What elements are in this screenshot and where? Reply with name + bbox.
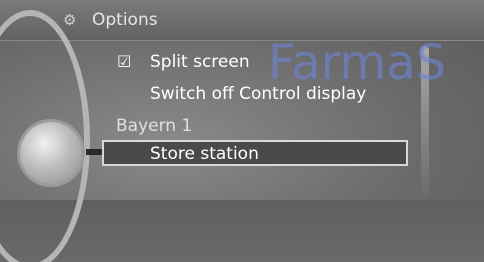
- checkbox-checked-icon[interactable]: ☑: [117, 52, 137, 72]
- selection-pointer: [86, 149, 102, 155]
- menu-item-split-screen[interactable]: Split screen: [150, 51, 250, 73]
- watermark: FarmaS: [268, 35, 447, 91]
- options-icon: ⚙: [63, 11, 77, 29]
- station-label: Bayern 1: [116, 116, 193, 136]
- menu-item-store-station[interactable]: Store station: [150, 143, 259, 165]
- header-title: Options: [92, 10, 158, 30]
- controller-knob-icon[interactable]: [20, 122, 82, 184]
- idrive-screen: ⚙ Options ☑ Split screen Switch off Cont…: [0, 0, 484, 262]
